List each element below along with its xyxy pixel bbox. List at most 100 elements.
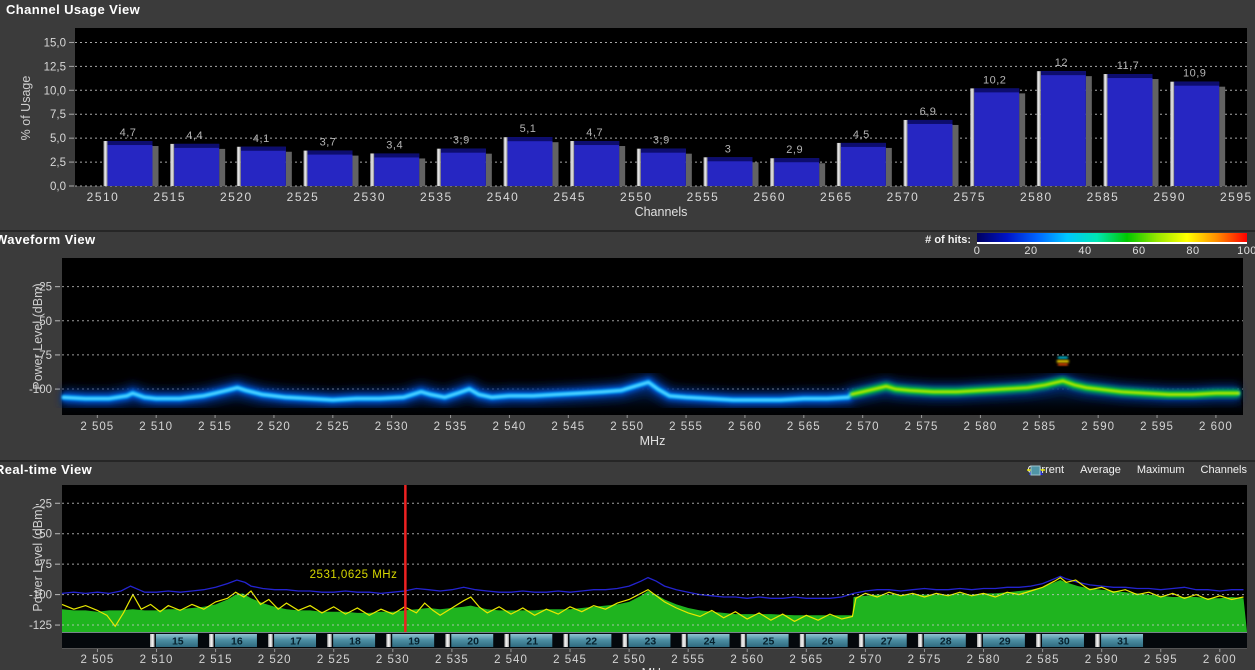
realtime-legend: Current Average Maximum Channels <box>1027 464 1247 476</box>
usage-y-tick-label: 0,0 <box>50 181 66 193</box>
colorbar-tick-label: 100 <box>1237 245 1255 257</box>
waveform-x-tick-label: 2 570 <box>846 421 880 433</box>
legend-item-maximum[interactable]: Maximum <box>1029 464 1185 476</box>
hits-colorbar-legend: # of hits: 0 20 40 60 80 100 <box>925 233 1255 258</box>
bar-shadow <box>1219 86 1226 186</box>
channel-usage-title: Channel Usage View <box>6 2 141 17</box>
waveform-x-tick-label: 2 530 <box>375 421 409 433</box>
bar-value-label: 3,7 <box>320 137 337 149</box>
usage-bar <box>574 141 620 186</box>
channel-block-stripe <box>977 634 982 647</box>
bar-top-cap <box>240 146 286 151</box>
waveform-x-tick-label: 2 595 <box>1140 421 1174 433</box>
bar-shadow <box>752 162 759 186</box>
channel-number: 16 <box>231 636 243 648</box>
usage-bar <box>640 148 686 186</box>
bar-shadow <box>552 142 559 186</box>
legend-item-label: Channels <box>1200 464 1247 476</box>
channel-block-stripe <box>209 634 214 647</box>
usage-x-tick-label: 2535 <box>420 190 453 204</box>
bar-left-stripe <box>903 119 908 186</box>
waveform-x-tick-label: 2 555 <box>669 421 703 433</box>
channel-number: 19 <box>408 636 420 648</box>
realtime-x-tick-label: 2 550 <box>612 654 646 666</box>
bar-top-cap <box>440 148 486 153</box>
bar-value-label: 3 <box>725 143 732 155</box>
bar-value-label: 3,9 <box>453 135 470 147</box>
waveform-chart: -25-50-75-1002 505 2 510 2 515 2 520 2 525 2 … <box>29 258 1243 448</box>
usage-x-tick-label: 2575 <box>953 190 986 204</box>
usage-bar <box>374 153 420 186</box>
bar-shadow <box>885 147 892 186</box>
legend-item-channels[interactable]: Channels <box>1030 464 1247 476</box>
usage-y-tick-label: 7,5 <box>50 109 66 121</box>
realtime-x-tick-label: 2 565 <box>789 654 823 666</box>
usage-x-axis-title: Channels <box>635 205 688 219</box>
realtime-x-tick-label: 2 535 <box>435 654 469 666</box>
usage-bar <box>1107 74 1153 186</box>
realtime-panel: Real-time View Current Average Maximum Chan… <box>0 460 1255 670</box>
usage-x-tick-label: 2550 <box>620 190 653 204</box>
usage-x-tick-label: 2545 <box>553 190 586 204</box>
colorbar-ticks: 0 20 40 60 80 100 <box>974 245 1255 258</box>
realtime-x-tick-label: 2 545 <box>553 654 587 666</box>
waveform-x-axis-title: MHz <box>640 434 666 448</box>
bar-top-cap <box>307 150 353 155</box>
usage-x-tick-label: 2590 <box>1153 190 1186 204</box>
realtime-x-tick-label: 2 560 <box>730 654 764 666</box>
channel-block-stripe <box>681 634 687 647</box>
bar-value-label: 2,9 <box>786 144 803 156</box>
realtime-chart: -25-50-75-100-1252531,0625 MHz15 16 17 18 19… <box>29 485 1247 670</box>
bar-top-cap <box>1107 74 1153 79</box>
usage-bar <box>1174 81 1220 186</box>
waveform-x-tick-label: 2 600 <box>1199 421 1233 433</box>
bar-value-label: 5,1 <box>520 123 537 135</box>
realtime-x-tick-label: 2 590 <box>1085 654 1119 666</box>
channel-number: 22 <box>585 636 597 648</box>
waveform-x-tick-label: 2 585 <box>1022 421 1056 433</box>
waveform-x-tick-label: 2 550 <box>610 421 644 433</box>
bar-value-label: 6,9 <box>920 106 937 118</box>
realtime-x-axis-title: MHz <box>642 666 668 670</box>
legend-item-average[interactable]: Average <box>1029 464 1121 476</box>
channel-number: 17 <box>290 636 302 648</box>
bar-top-cap <box>574 141 620 146</box>
bar-left-stripe <box>1036 71 1041 186</box>
usage-y-tick-label: 10,0 <box>44 85 66 97</box>
legend-square-icon <box>1030 465 1041 476</box>
channel-number: 18 <box>349 636 361 648</box>
realtime-x-tick-label: 2 585 <box>1026 654 1060 666</box>
realtime-title: Real-time View <box>0 462 93 477</box>
usage-bar <box>507 137 553 186</box>
legend-item-label: Maximum <box>1136 464 1185 476</box>
channel-number: 20 <box>467 636 479 648</box>
spike-cap-red <box>1057 363 1068 366</box>
bar-shadow <box>819 163 826 186</box>
hits-label: # of hits: <box>925 234 971 246</box>
channel-number: 21 <box>526 636 538 648</box>
bar-shadow <box>1085 76 1092 186</box>
realtime-x-tick-label: 2 575 <box>908 654 942 666</box>
bar-left-stripe <box>1170 81 1175 186</box>
bar-top-cap <box>640 148 686 153</box>
realtime-x-tick-label: 2 595 <box>1144 654 1178 666</box>
channel-block-stripe <box>386 634 391 647</box>
bar-shadow <box>685 153 692 186</box>
waveform-x-tick-label: 2 535 <box>434 421 468 433</box>
bar-top-cap <box>374 153 420 158</box>
bar-shadow <box>1152 79 1159 186</box>
bar-value-label: 3,4 <box>386 139 403 151</box>
waveform-x-tick-label: 2 525 <box>316 421 350 433</box>
bar-value-label: 4,1 <box>253 133 270 145</box>
usage-bar <box>1040 71 1086 186</box>
frequency-marker-label: 2531,0625 MHz <box>310 569 398 581</box>
usage-bar <box>240 146 286 186</box>
bar-shadow <box>952 124 959 186</box>
bar-left-stripe <box>703 157 708 186</box>
usage-x-tick-label: 2585 <box>1087 190 1120 204</box>
legend-item-label: Average <box>1080 464 1121 476</box>
realtime-x-tick-label: 2 510 <box>140 654 174 666</box>
usage-bar <box>174 143 220 186</box>
realtime-x-tick-label: 2 600 <box>1203 654 1237 666</box>
colorbar-tick-label: 20 <box>1024 245 1038 257</box>
